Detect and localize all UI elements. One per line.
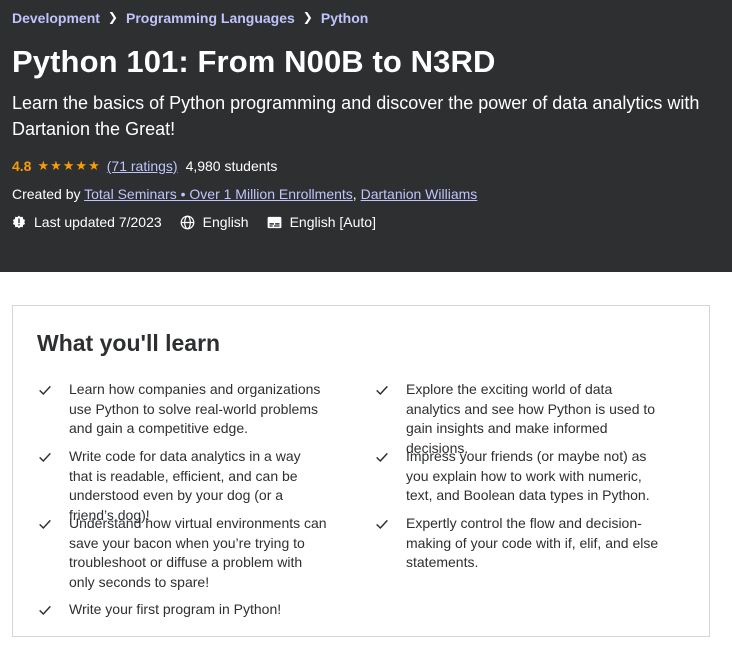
course-subtitle: Learn the basics of Python programming a… [12,93,700,139]
check-icon [39,385,51,396]
chevron-right-icon: ❯ [302,10,313,24]
check-icon [376,385,388,396]
captions-text: English [Auto] [289,214,376,230]
student-count: 4,980 students [185,158,278,174]
learn-item: Write your first program in Python! [37,600,327,620]
learn-item-text: Understand how virtual environments can … [69,515,327,590]
rating-value: 4.8 [12,158,32,174]
closed-captions-icon [267,216,281,228]
language-text: English [202,214,249,230]
instructor-link-dartanion-williams[interactable]: Dartanion Williams [361,186,478,202]
course-meta: Last updated 7/2023 English English [Aut… [12,214,394,230]
check-icon [39,605,51,616]
learn-item: Learn how companies and organizations us… [37,380,327,439]
last-updated-text: Last updated 7/2023 [34,214,162,230]
chevron-right-icon: ❯ [107,10,118,24]
learn-item: Expertly control the flow and decision-m… [374,514,664,573]
created-by-label: Created by [12,186,81,202]
course-header: Development ❯ Programming Languages ❯ Py… [0,0,732,272]
breadcrumb-development[interactable]: Development [12,10,100,26]
instructor-link-total-seminars[interactable]: Total Seminars • Over 1 Million Enrollme… [84,186,353,202]
what-youll-learn-title: What you'll learn [37,330,221,356]
course-captions: English [Auto] [267,214,376,230]
breadcrumb: Development ❯ Programming Languages ❯ Py… [12,10,368,26]
ratings-count-link[interactable]: (71 ratings) [107,158,178,174]
alert-badge-icon [12,215,26,229]
learn-item-text: Expertly control the flow and decision-m… [406,515,659,570]
learn-item-text: Impress your friends (or maybe not) as y… [406,448,650,503]
learn-item: Impress your friends (or maybe not) as y… [374,447,664,506]
learn-item-text: Learn how companies and organizations us… [69,381,321,436]
rating-row: 4.8 ★★★★★ (71 ratings) 4,980 students [12,158,277,174]
breadcrumb-programming-languages[interactable]: Programming Languages [126,10,295,26]
breadcrumb-python[interactable]: Python [321,10,368,26]
created-by: Created by Total Seminars • Over 1 Milli… [12,186,477,202]
check-icon [376,452,388,463]
last-updated: Last updated 7/2023 [12,214,162,230]
check-icon [376,519,388,530]
check-icon [39,519,51,530]
course-title: Python 101: From N00B to N3RD [12,44,496,79]
instructor-separator: , [352,186,361,202]
what-youll-learn-panel: What you'll learn Learn how companies an… [12,305,710,637]
course-language: English [180,214,249,230]
star-rating-icon: ★★★★★ [37,158,101,173]
globe-icon [180,215,195,229]
learn-item-text: Write your first program in Python! [69,601,282,617]
check-icon [39,452,51,463]
learn-item: Understand how virtual environments can … [37,514,327,592]
